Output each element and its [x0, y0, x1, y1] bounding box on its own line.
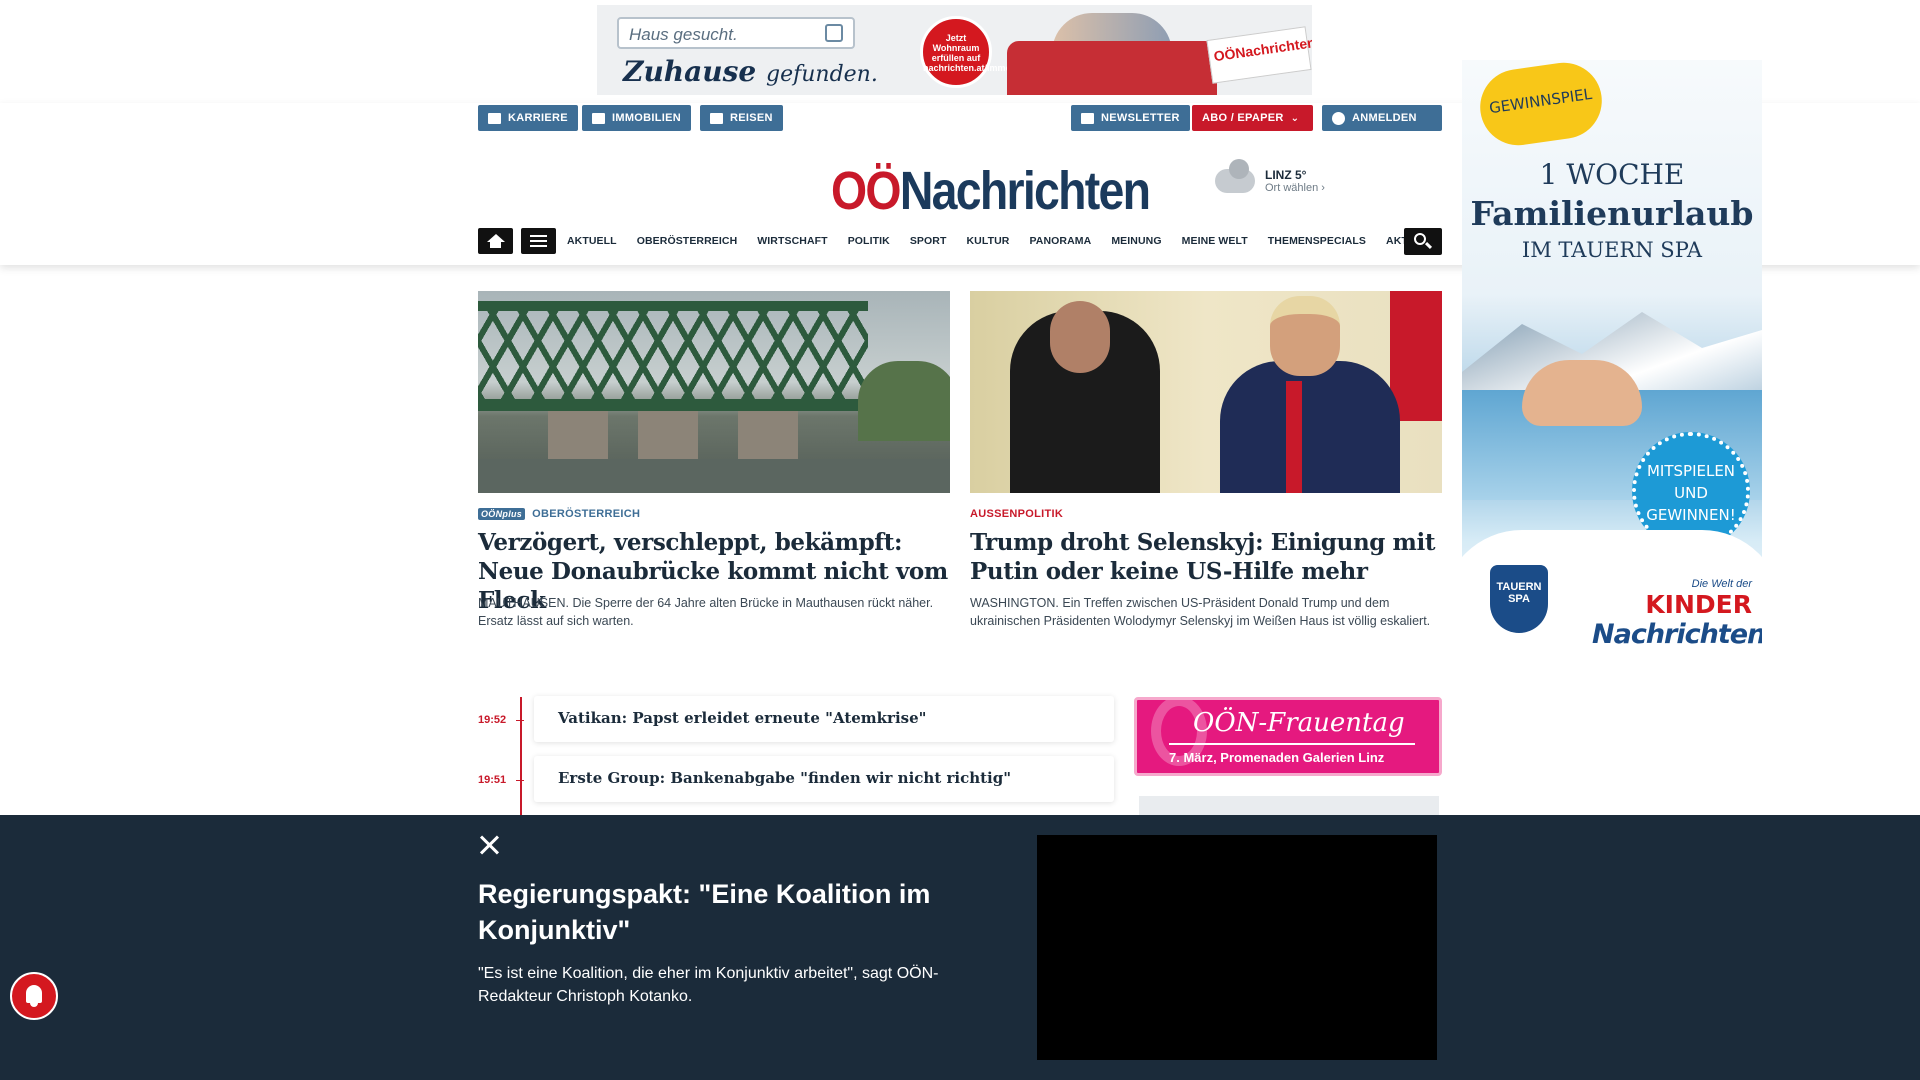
frauentag-title: OÖN-Frauentag	[1193, 708, 1405, 738]
article-image-bridge[interactable]	[478, 291, 950, 493]
video-player[interactable]	[1037, 835, 1437, 1060]
ticker-dash	[516, 720, 524, 721]
nav-item-wirtschaft[interactable]: WIRTSCHAFT	[757, 235, 827, 247]
sidebar-box-partial	[1139, 796, 1439, 816]
nav-item-panorama[interactable]: PANORAMA	[1029, 235, 1091, 247]
frauentag-subtitle: 7. März, Promenaden Galerien Linz	[1169, 750, 1385, 765]
nav-item-aktuell[interactable]: AKTUELL	[567, 235, 617, 247]
close-icon[interactable]	[478, 833, 502, 857]
weather-widget[interactable]: LINZ 5° Ort wählen ›	[1215, 159, 1325, 194]
weather-city: LINZ 5°	[1265, 168, 1307, 182]
video-lead: "Es ist eine Koalition, die eher im Konj…	[478, 965, 939, 1005]
ticker-time: 19:52	[478, 714, 507, 726]
login-button[interactable]: ANMELDEN	[1322, 105, 1442, 131]
immobilien-link[interactable]: IMMOBILIEN	[582, 105, 691, 131]
chevron-down-icon: ⌄	[1290, 112, 1300, 124]
nav-item-sport[interactable]: SPORT	[910, 235, 947, 247]
mail-icon	[1081, 112, 1094, 124]
ticker-item[interactable]: Erste Group: Bankenabgabe "finden wir ni…	[534, 756, 1114, 802]
nav-item-meine-welt[interactable]: MEINE WELT	[1182, 235, 1248, 247]
nav-item-meinung[interactable]: MEINUNG	[1111, 235, 1161, 247]
ad-slogan-main: Zuhause	[623, 55, 757, 88]
building-icon	[592, 112, 605, 124]
ad-search-box: Haus gesucht.	[617, 17, 855, 49]
ad-search-text: Haus gesucht.	[629, 25, 738, 44]
article-meta: OÖNplus OBERÖSTERREICH	[478, 508, 640, 520]
top-banner-ad[interactable]: Haus gesucht. Zuhause gefunden. Jetzt Wo…	[597, 5, 1312, 95]
home-button[interactable]	[478, 228, 513, 254]
airplane-icon	[710, 112, 723, 124]
user-icon	[1332, 111, 1345, 125]
newsletter-label: NEWSLETTER	[1101, 112, 1180, 124]
ad-gewinnspiel-badge: GEWINNSPIEL	[1475, 60, 1607, 151]
article-meta: AUSSENPOLITIK	[970, 508, 1063, 520]
ad-slogan: Zuhause gefunden.	[623, 55, 878, 88]
notification-bell-button[interactable]	[10, 972, 58, 1020]
weather-choose-location[interactable]: Ort wählen ›	[1265, 182, 1325, 194]
article-lead: MAUTHAUSEN. Die Sperre der 64 Jahre alte…	[478, 596, 934, 628]
reisen-link[interactable]: REISEN	[700, 105, 783, 131]
nav-item-oberoesterreich[interactable]: OBERÖSTERREICH	[637, 235, 738, 247]
abo-epaper-button[interactable]: ABO / EPAPER ⌄	[1192, 105, 1313, 131]
bell-icon	[26, 985, 42, 1003]
nav-item-kultur[interactable]: KULTUR	[966, 235, 1009, 247]
frauentag-rule	[1169, 743, 1415, 745]
main-navigation: AKTUELL OBERÖSTERREICH WIRTSCHAFT POLITI…	[567, 228, 1462, 254]
kinder-nachrichten-logo: Die Welt der KINDER Nachrichten	[1592, 578, 1762, 645]
ad-sofa-image	[1007, 41, 1217, 95]
briefcase-icon	[488, 112, 501, 124]
side-skyscraper-ad[interactable]: GEWINNSPIEL 1 WOCHE Familienurlaub IM TA…	[1462, 60, 1762, 645]
oonplus-badge: OÖNplus	[478, 508, 526, 520]
abo-label: ABO / EPAPER	[1202, 112, 1284, 124]
logo-oo: OÖ	[831, 161, 902, 221]
newsletter-button[interactable]: NEWSLETTER	[1071, 105, 1190, 131]
article-category[interactable]: AUSSENPOLITIK	[970, 508, 1063, 520]
ad-newspaper: OÖNachrichten	[1206, 26, 1312, 84]
ad-persons-image	[1522, 360, 1642, 426]
ad-line-2: Familienurlaub	[1470, 194, 1754, 233]
hamburger-icon	[530, 235, 547, 247]
menu-button[interactable]	[521, 228, 556, 254]
site-logo[interactable]: OÖNachrichten	[831, 160, 1151, 222]
search-button[interactable]	[1404, 228, 1442, 255]
nav-item-politik[interactable]: POLITIK	[848, 235, 890, 247]
tauern-spa-logo: TAUERN SPA	[1490, 565, 1548, 633]
cloud-icon	[1215, 159, 1255, 193]
ticker-item[interactable]: Vatikan: Papst erleidet erneute "Atemkri…	[534, 696, 1114, 742]
ad-slogan-small: gefunden.	[765, 62, 878, 87]
video-title[interactable]: Regierungspakt: "Eine Koalition im Konju…	[478, 876, 978, 948]
ticker-time: 19:51	[478, 774, 507, 786]
ticker-dash	[516, 780, 524, 781]
karriere-link[interactable]: KARRIERE	[478, 105, 578, 131]
house-icon	[825, 24, 843, 42]
reisen-label: REISEN	[730, 112, 773, 124]
frauentag-promo[interactable]: OÖN-Frauentag 7. März, Promenaden Galeri…	[1134, 697, 1442, 776]
logo-nachrichten: Nachrichten	[899, 161, 1151, 221]
login-label: ANMELDEN	[1352, 112, 1417, 124]
nav-item-themenspecials[interactable]: THEMENSPECIALS	[1268, 235, 1366, 247]
ad-badge: Jetzt Wohnraum erfüllen auf nachrichten.…	[920, 16, 1035, 88]
article-title[interactable]: Trump droht Selenskyj: Einigung mit Puti…	[970, 528, 1442, 586]
article-lead: WASHINGTON. Ein Treffen zwischen US-Präs…	[970, 596, 1431, 628]
article-category[interactable]: OBERÖSTERREICH	[532, 508, 640, 520]
karriere-label: KARRIERE	[508, 112, 568, 124]
article-image-meeting[interactable]	[970, 291, 1442, 493]
ticker-timeline	[520, 697, 522, 817]
ad-line-1: 1 WOCHE	[1539, 158, 1685, 191]
ad-line-3: IM TAUERN SPA	[1521, 238, 1703, 262]
immobilien-label: IMMOBILIEN	[612, 112, 681, 124]
